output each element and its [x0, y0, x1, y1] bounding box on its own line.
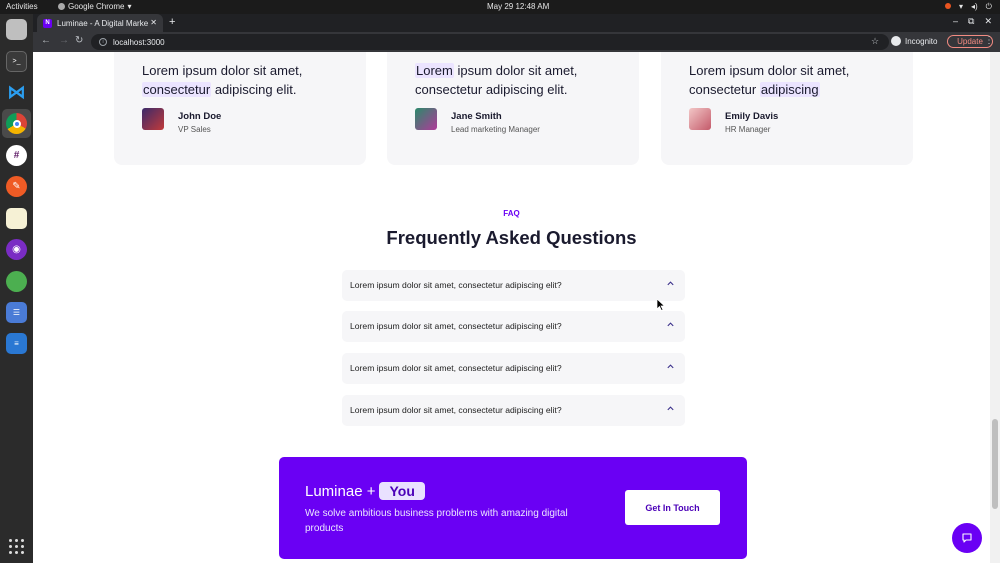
window-controls: – ⧉ ✕: [953, 16, 992, 27]
incognito-label: Incognito: [905, 36, 938, 46]
tasks-app-icon[interactable]: ☰: [6, 302, 27, 323]
quote-text: adipiscing elit.: [214, 82, 297, 97]
faq-question: Lorem ipsum dolor sit amet, consectetur …: [350, 280, 562, 290]
notes-app-icon[interactable]: [6, 208, 27, 229]
site-info-icon[interactable]: i: [99, 38, 107, 46]
files-app-icon[interactable]: [6, 19, 27, 40]
testimonial-card: Lorem ipsum dolor sit amet, consectetur …: [114, 52, 366, 165]
faq-item[interactable]: Lorem ipsum dolor sit amet, consectetur …: [342, 311, 685, 342]
minimize-icon[interactable]: –: [953, 16, 958, 27]
system-top-bar: Activities Google Chrome ▾ May 29 12:48 …: [0, 0, 1000, 14]
caret-down-icon: ▾: [127, 2, 132, 11]
person-name: Jane Smith: [451, 111, 502, 122]
cta-subtitle: We solve ambitious business problems wit…: [305, 508, 568, 534]
activities-button[interactable]: Activities: [6, 2, 38, 11]
notification-dot-icon: [944, 3, 951, 9]
scrollbar-thumb[interactable]: [992, 419, 998, 509]
cta-brand-badge: You: [379, 482, 425, 500]
incognito-indicator[interactable]: Incognito: [891, 36, 937, 46]
podcast-app-icon[interactable]: ◉: [6, 239, 27, 260]
url-text: localhost:3000: [113, 37, 165, 47]
tab-close-icon[interactable]: ✕: [150, 18, 157, 27]
chevron-up-icon: [667, 364, 674, 369]
quote-highlight: adipiscing: [759, 82, 820, 97]
faq-section-label: FAQ: [503, 209, 520, 218]
chat-bubble-icon: [962, 533, 972, 543]
page-viewport: Lorem ipsum dolor sit amet, consectetur …: [33, 52, 990, 563]
back-icon[interactable]: ←: [41, 35, 51, 46]
get-in-touch-button[interactable]: Get In Touch: [625, 490, 720, 525]
cta-brand: Luminae +: [305, 482, 376, 500]
slack-app-icon[interactable]: #: [6, 145, 27, 166]
software-app-icon[interactable]: [6, 271, 27, 292]
show-apps-grid-icon[interactable]: [9, 539, 24, 554]
testimonial-card: Lorem ipsum dolor sit amet, consectetur …: [661, 52, 913, 165]
app-menu[interactable]: Google Chrome ▾: [58, 2, 132, 11]
testimonial-quote: Lorem ipsum dolor sit amet, consectetur …: [142, 61, 352, 99]
browser-menu-icon[interactable]: ⋮: [984, 35, 994, 46]
tab-strip: N Luminae - A Digital Marke ✕ + – ⧉ ✕: [33, 14, 1000, 32]
new-tab-icon[interactable]: +: [169, 16, 175, 28]
testimonial-card: Lorem ipsum dolor sit amet, consectetur …: [387, 52, 639, 165]
chevron-up-icon: [667, 322, 674, 327]
mouse-cursor-icon: [657, 299, 665, 311]
testimonial-quote: Lorem ipsum dolor sit amet, consectetur …: [415, 61, 625, 99]
tab-title: Luminae - A Digital Marke: [57, 18, 149, 28]
avatar: [415, 108, 437, 130]
chevron-up-icon: [667, 406, 674, 411]
page-scrollbar[interactable]: [990, 52, 1000, 563]
wifi-icon: ▾: [958, 2, 963, 11]
chrome-app-icon[interactable]: [6, 113, 27, 134]
person-role: Lead marketing Manager: [451, 125, 540, 134]
faq-question: Lorem ipsum dolor sit amet, consectetur …: [350, 321, 562, 331]
window-close-icon[interactable]: ✕: [984, 16, 992, 27]
system-tray[interactable]: ▾ ◂) ⏻: [944, 2, 992, 12]
person-role: HR Manager: [725, 125, 771, 134]
chat-button[interactable]: [952, 523, 982, 553]
faq-item[interactable]: Lorem ipsum dolor sit amet, consectetur …: [342, 395, 685, 426]
quote-highlight: consectetur: [142, 82, 212, 97]
chrome-icon: [58, 3, 65, 10]
power-icon: ⏻: [985, 2, 992, 11]
volume-icon: ◂): [970, 2, 978, 11]
chevron-up-icon: [667, 281, 674, 286]
chrome-center-icon: [12, 119, 21, 128]
address-bar[interactable]: i localhost:3000: [91, 34, 889, 50]
bookmark-star-icon[interactable]: ☆: [871, 36, 879, 47]
incognito-icon: [891, 36, 901, 46]
terminal-app-icon[interactable]: >_: [6, 51, 27, 72]
dock: >_ ⋈ # ✎ ◉ ☰ ≡: [0, 14, 33, 563]
writer-app-icon[interactable]: ≡: [6, 333, 27, 354]
quote-highlight: Lorem: [415, 63, 454, 78]
avatar: [689, 108, 711, 130]
faq-item[interactable]: Lorem ipsum dolor sit amet, consectetur …: [342, 353, 685, 384]
faq-question: Lorem ipsum dolor sit amet, consectetur …: [350, 363, 562, 373]
browser-tab[interactable]: N Luminae - A Digital Marke ✕: [37, 14, 163, 32]
browser-toolbar: ← → ↻ i localhost:3000 ☆ Incognito Updat…: [33, 32, 1000, 52]
quote-text: Lorem ipsum dolor sit amet,: [142, 63, 303, 78]
cta-heading: Luminae + You: [305, 482, 425, 500]
person-name: Emily Davis: [725, 111, 779, 122]
vscode-app-icon[interactable]: ⋈: [6, 82, 27, 103]
avatar: [142, 108, 164, 130]
app-menu-label: Google Chrome: [68, 2, 125, 11]
person-name: John Doe: [178, 111, 222, 122]
favicon-icon: N: [43, 18, 52, 28]
maximize-icon[interactable]: ⧉: [968, 16, 974, 27]
clock[interactable]: May 29 12:48 AM: [487, 2, 549, 11]
cta-banner: Luminae + You We solve ambitious busines…: [279, 457, 747, 559]
reload-icon[interactable]: ↻: [75, 35, 83, 46]
faq-item[interactable]: Lorem ipsum dolor sit amet, consectetur …: [342, 270, 685, 301]
forward-icon[interactable]: →: [59, 35, 69, 46]
faq-question: Lorem ipsum dolor sit amet, consectetur …: [350, 405, 562, 415]
person-role: VP Sales: [178, 125, 211, 134]
faq-title: Frequently Asked Questions: [386, 227, 637, 248]
postman-app-icon[interactable]: ✎: [6, 176, 27, 197]
testimonial-quote: Lorem ipsum dolor sit amet, consectetur …: [689, 61, 899, 99]
